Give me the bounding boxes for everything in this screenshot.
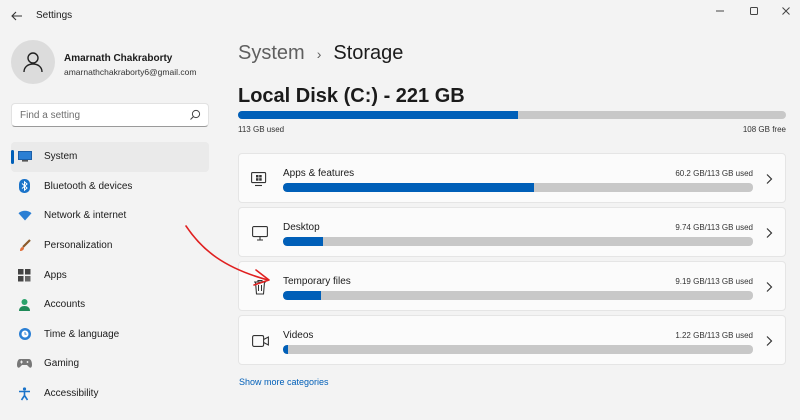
- category-usage-bar: [283, 345, 753, 354]
- person-icon: [17, 297, 32, 312]
- category-temporary-files[interactable]: Temporary files 9.19 GB/113 GB used: [238, 261, 786, 311]
- minimize-button[interactable]: [710, 4, 730, 18]
- search-input[interactable]: Find a setting: [11, 103, 209, 127]
- sidebar-item-label: System: [44, 151, 78, 163]
- sidebar-item-label: Personalization: [44, 240, 113, 252]
- category-apps-features[interactable]: Apps & features 60.2 GB/113 GB used: [238, 153, 786, 203]
- show-more-categories-link[interactable]: Show more categories: [239, 377, 329, 387]
- category-usage: 9.19 GB/113 GB used: [675, 277, 753, 286]
- sidebar-item-label: Accounts: [44, 299, 86, 311]
- breadcrumb: System › Storage: [238, 42, 403, 65]
- back-button[interactable]: [8, 8, 26, 24]
- sidebar-nav: System Bluetooth & devices Network & int…: [11, 142, 209, 408]
- sidebar-item-label: Apps: [44, 269, 67, 281]
- sidebar-item-system[interactable]: System: [11, 142, 209, 172]
- avatar[interactable]: [11, 40, 55, 84]
- back-arrow-icon: [11, 11, 22, 21]
- breadcrumb-parent[interactable]: System: [238, 42, 305, 65]
- category-usage: 60.2 GB/113 GB used: [675, 169, 753, 178]
- video-icon: [251, 333, 269, 349]
- brush-icon: [17, 238, 32, 253]
- category-usage-bar: [283, 291, 753, 300]
- category-usage-bar: [283, 237, 753, 246]
- sidebar-item-label: Bluetooth & devices: [44, 180, 133, 192]
- category-videos[interactable]: Videos 1.22 GB/113 GB used: [238, 315, 786, 365]
- category-usage-fill: [283, 237, 324, 246]
- wifi-icon: [17, 208, 32, 223]
- maximize-button[interactable]: [744, 4, 764, 18]
- sidebar-item-label: Time & language: [44, 328, 120, 340]
- search-icon[interactable]: [189, 109, 201, 121]
- person-icon: [23, 52, 43, 73]
- apps-icon: [17, 268, 32, 283]
- trash-icon: [251, 279, 269, 295]
- monitor-icon: [17, 149, 32, 164]
- gamepad-icon: [17, 356, 32, 371]
- disk-title: Local Disk (C:) - 221 GB: [238, 85, 465, 107]
- chevron-right-icon: [766, 174, 773, 184]
- category-usage: 9.74 GB/113 GB used: [675, 223, 753, 232]
- category-usage-fill: [283, 291, 322, 300]
- chevron-right-icon: ›: [316, 45, 322, 62]
- accessibility-icon: [17, 386, 32, 401]
- user-name: Amarnath Chakraborty: [64, 53, 173, 64]
- page-title: Storage: [333, 42, 404, 64]
- sidebar-item-gaming[interactable]: Gaming: [11, 349, 209, 379]
- chevron-right-icon: [766, 336, 773, 346]
- close-icon: [782, 7, 790, 15]
- disk-usage-fill: [238, 111, 519, 119]
- category-name: Videos: [283, 330, 314, 341]
- app-title: Settings: [36, 10, 73, 21]
- sidebar-item-accessibility[interactable]: Accessibility: [11, 379, 209, 409]
- search-placeholder: Find a setting: [20, 110, 81, 121]
- category-usage-fill: [283, 183, 534, 192]
- disk-usage-bar: [238, 111, 786, 119]
- sidebar-item-time-language[interactable]: Time & language: [11, 320, 209, 350]
- sidebar-item-apps[interactable]: Apps: [11, 260, 209, 290]
- sidebar-item-bluetooth[interactable]: Bluetooth & devices: [11, 172, 209, 202]
- category-name: Desktop: [283, 222, 320, 233]
- sidebar-item-network[interactable]: Network & internet: [11, 201, 209, 231]
- title-bar: Settings: [0, 0, 800, 32]
- category-name: Temporary files: [283, 276, 351, 287]
- globe-clock-icon: [17, 327, 32, 342]
- sidebar-item-personalization[interactable]: Personalization: [11, 231, 209, 261]
- disk-free-label: 108 GB free: [742, 125, 786, 134]
- category-desktop[interactable]: Desktop 9.74 GB/113 GB used: [238, 207, 786, 257]
- apps-features-icon: [251, 171, 269, 187]
- disk-used-label: 113 GB used: [238, 125, 285, 134]
- user-email: amarnathchakraborty6@gmail.com: [64, 67, 197, 77]
- close-button[interactable]: [776, 4, 796, 18]
- chevron-right-icon: [766, 282, 773, 292]
- maximize-icon: [750, 7, 758, 15]
- category-usage-fill: [283, 345, 289, 354]
- bluetooth-icon: [17, 179, 32, 194]
- sidebar-item-accounts[interactable]: Accounts: [11, 290, 209, 320]
- sidebar-item-label: Gaming: [44, 358, 80, 370]
- category-name: Apps & features: [283, 168, 355, 179]
- chevron-right-icon: [766, 228, 773, 238]
- sidebar-item-label: Accessibility: [44, 388, 99, 400]
- category-usage: 1.22 GB/113 GB used: [675, 331, 753, 340]
- category-usage-bar: [283, 183, 753, 192]
- desktop-icon: [251, 225, 269, 241]
- sidebar-item-label: Network & internet: [44, 210, 127, 222]
- minimize-icon: [716, 10, 724, 12]
